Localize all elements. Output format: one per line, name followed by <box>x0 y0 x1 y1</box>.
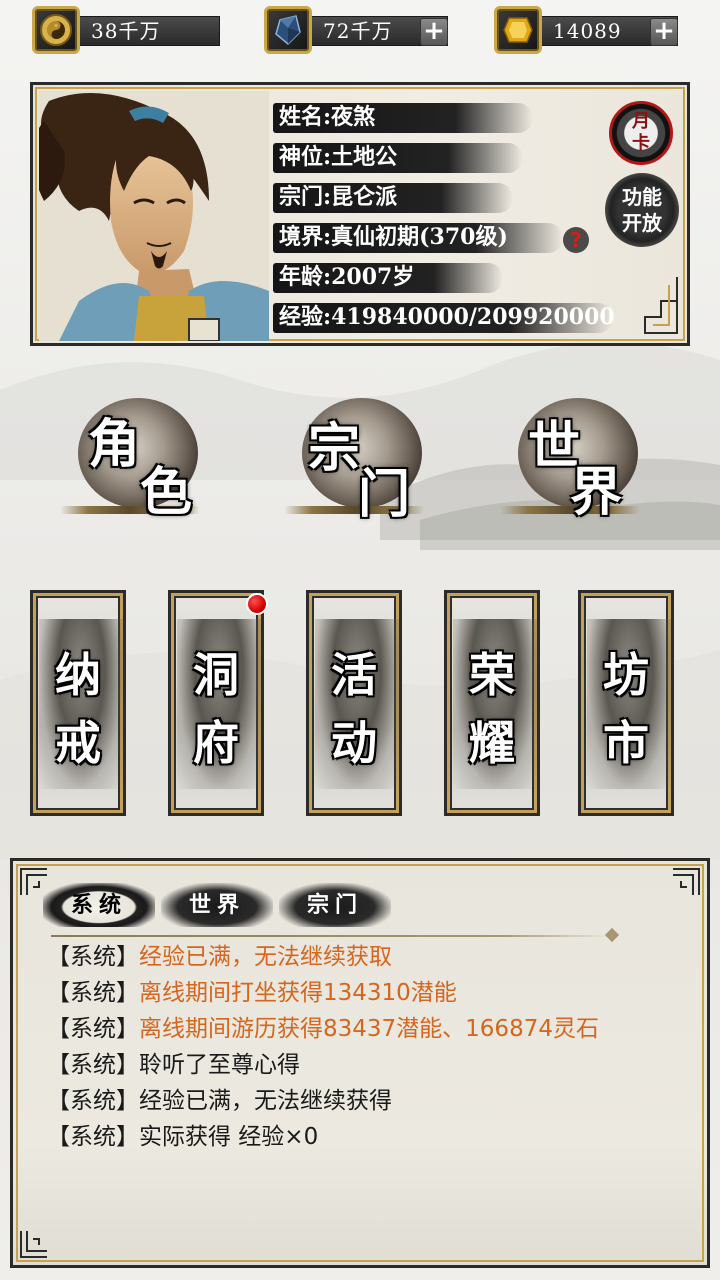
info-realm-row: 境界:真仙初期(370级) ? <box>273 217 613 257</box>
copper-amount: 38千万 <box>76 16 220 46</box>
currency-gold: 14089 + <box>494 6 684 54</box>
info-sect-row: 宗门:昆仑派 <box>273 177 613 217</box>
role-char-2: 色 <box>140 462 193 523</box>
log-tag: 【系统】 <box>47 1124 139 1150</box>
info-name-value: 夜煞 <box>331 104 376 130</box>
log-tag: 【系统】 <box>47 1016 139 1042</box>
card-event-char-2: 动 <box>331 716 377 770</box>
cave-notification-dot <box>246 593 268 615</box>
log-message: 离线期间游历获得83437潜能、166874灵石 <box>139 1016 599 1042</box>
character-panel: 姓名:夜煞 神位:土地公 宗门:昆仑派 境界:真仙初期(370级) ? 年龄:2… <box>30 82 690 346</box>
character-portrait[interactable] <box>39 91 269 341</box>
role-button[interactable]: 角 色 <box>60 390 220 530</box>
log-message: 经验已满，无法继续获得 <box>139 1088 392 1114</box>
info-sect-label: 宗门: <box>279 184 332 210</box>
fret-corner-bottom-left <box>20 1231 47 1258</box>
log-line: 【系统】实际获得 经验×0 <box>47 1119 697 1155</box>
feature-open-button[interactable]: 功能 开放 <box>605 173 679 247</box>
tab-system[interactable]: 系统 <box>43 883 155 927</box>
card-cave-char-2: 府 <box>193 716 239 770</box>
tab-sect[interactable]: 宗门 <box>279 883 391 927</box>
info-deity-label: 神位: <box>279 144 332 170</box>
log-message: 聆听了至尊心得 <box>139 1052 300 1078</box>
info-age-row: 年龄:2007岁 <box>273 257 613 297</box>
month-card-char-1: 月 <box>632 111 650 132</box>
gold-add-button[interactable]: + <box>650 18 678 46</box>
card-event[interactable]: 活 动 <box>306 590 402 816</box>
log-line: 【系统】离线期间游历获得83437潜能、166874灵石 <box>47 1011 697 1047</box>
crystal-add-button[interactable]: + <box>420 18 448 46</box>
log-tag: 【系统】 <box>47 980 139 1006</box>
card-market-char-2: 市 <box>603 716 649 770</box>
tab-world[interactable]: 世界 <box>161 883 273 927</box>
feature-open-line-2: 开放 <box>622 211 662 235</box>
log-line: 【系统】经验已满，无法继续获取 <box>47 939 697 975</box>
card-ring-char-2: 戒 <box>55 716 101 770</box>
currency-copper: 38千万 <box>32 6 220 54</box>
log-message: 经验已满，无法继续获取 <box>139 944 392 970</box>
log-line: 【系统】离线期间打坐获得134310潜能 <box>47 975 697 1011</box>
card-event-char-1: 活 <box>331 648 377 702</box>
info-sect-value: 昆仑派 <box>331 184 398 210</box>
log-tag: 【系统】 <box>47 1052 139 1078</box>
log-message: 离线期间打坐获得134310潜能 <box>139 980 457 1006</box>
log-list: 【系统】经验已满，无法继续获取 【系统】离线期间打坐获得134310潜能 【系统… <box>47 939 697 1155</box>
info-age-label: 年龄: <box>279 264 332 290</box>
sect-char-2: 门 <box>358 464 411 525</box>
realm-help-button[interactable]: ? <box>563 227 589 253</box>
fret-corner-top-right <box>673 868 700 895</box>
log-tag: 【系统】 <box>47 1088 139 1114</box>
world-char-2: 界 <box>570 462 623 523</box>
currency-bar: 38千万 72千万 + 14089 + <box>0 0 720 58</box>
card-market-char-1: 坊 <box>603 648 649 702</box>
sect-char-1: 宗 <box>308 418 361 479</box>
month-card-char-2: 卡 <box>632 133 650 154</box>
card-ring[interactable]: 纳 戒 <box>30 590 126 816</box>
log-line: 【系统】聆听了至尊心得 <box>47 1047 697 1083</box>
copper-coin-icon <box>32 6 80 54</box>
log-tab-bar: 系统 世界 宗门 <box>43 883 443 933</box>
info-exp-label: 经验: <box>279 304 332 330</box>
info-age-value: 2007岁 <box>331 264 415 290</box>
info-exp-value: 419840000/209920000 <box>331 304 615 330</box>
gold-ingot-icon <box>494 6 542 54</box>
card-glory[interactable]: 荣 耀 <box>444 590 540 816</box>
currency-crystal: 72千万 + <box>264 6 454 54</box>
log-divider <box>51 935 611 937</box>
card-glory-char-1: 荣 <box>469 648 515 702</box>
sect-button[interactable]: 宗 门 <box>284 390 444 530</box>
log-tag: 【系统】 <box>47 944 139 970</box>
card-cave[interactable]: 洞 府 <box>168 590 264 816</box>
card-market[interactable]: 坊 市 <box>578 590 674 816</box>
log-message: 实际获得 经验×0 <box>139 1124 319 1150</box>
info-realm-value: 真仙初期(370级) <box>331 224 508 250</box>
info-deity-row: 神位:土地公 <box>273 137 613 177</box>
world-button[interactable]: 世 界 <box>500 390 660 530</box>
card-glory-char-2: 耀 <box>469 716 515 770</box>
card-ring-char-1: 纳 <box>55 648 101 702</box>
spirit-crystal-icon <box>264 6 312 54</box>
info-name-label: 姓名: <box>279 104 332 130</box>
feature-open-line-1: 功能 <box>622 185 662 209</box>
fret-corner-ornament <box>644 277 678 334</box>
log-line: 【系统】经验已满，无法继续获得 <box>47 1083 697 1119</box>
info-deity-value: 土地公 <box>331 144 398 170</box>
card-cave-char-1: 洞 <box>193 648 239 702</box>
info-name-row: 姓名:夜煞 <box>273 97 613 137</box>
message-log-panel: 系统 世界 宗门 【系统】经验已满，无法继续获取 【系统】离线期间打坐获得134… <box>10 858 710 1268</box>
month-card-button[interactable]: 月卡 <box>609 101 673 165</box>
info-exp-row: 经验:419840000/209920000 <box>273 297 615 337</box>
role-char-1: 角 <box>88 414 141 475</box>
info-realm-label: 境界: <box>279 224 332 250</box>
character-info: 姓名:夜煞 神位:土地公 宗门:昆仑派 境界:真仙初期(370级) ? 年龄:2… <box>273 97 615 337</box>
